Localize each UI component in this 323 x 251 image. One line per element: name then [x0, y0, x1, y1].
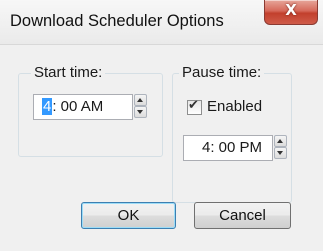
start-time-spinner[interactable] [134, 94, 147, 118]
close-icon: X [285, 1, 297, 19]
spin-up-icon [137, 98, 143, 102]
title-bar: Download Scheduler Options X [0, 0, 323, 44]
window-title: Download Scheduler Options [10, 12, 224, 30]
checkmark-icon: ✔ [188, 98, 199, 113]
close-button[interactable]: X [264, 0, 318, 25]
spin-down-icon [277, 151, 283, 155]
enabled-checkbox[interactable]: ✔ [187, 98, 202, 115]
pause-time-value[interactable]: 4: 00 PM [202, 139, 262, 156]
dialog-body: Start time: 4: 00 AM Pause time: ✔ Enabl… [0, 44, 323, 251]
start-time-group: Start time: 4: 00 AM [18, 64, 163, 157]
ok-button[interactable]: OK [81, 202, 176, 229]
cancel-button[interactable]: Cancel [194, 202, 291, 229]
spin-down-icon [137, 110, 143, 114]
start-time-picker[interactable]: 4: 00 AM [33, 94, 133, 120]
pause-time-picker[interactable]: 4: 00 PM [183, 135, 273, 161]
start-spin-up-button[interactable] [134, 94, 147, 106]
pause-time-spinner[interactable] [274, 135, 287, 159]
pause-time-group: Pause time: ✔ Enabled 4: 00 PM [172, 64, 292, 203]
start-hour-field[interactable]: 4 [42, 98, 53, 115]
pause-time-label: Pause time: [179, 64, 265, 81]
pause-spin-down-button[interactable] [274, 147, 287, 159]
start-time-rest: : 00 AM [52, 98, 104, 115]
start-time-label: Start time: [31, 64, 106, 81]
enabled-label[interactable]: Enabled [207, 98, 262, 115]
pause-spin-up-button[interactable] [274, 135, 287, 147]
spin-up-icon [277, 139, 283, 143]
start-spin-down-button[interactable] [134, 106, 147, 118]
